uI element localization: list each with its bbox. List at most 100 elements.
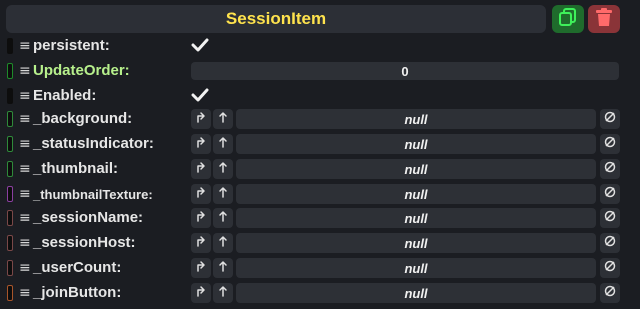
hamburger-icon[interactable]: ≡ bbox=[19, 284, 31, 302]
hamburger-icon[interactable]: ≡ bbox=[19, 37, 31, 55]
clear-reference-button[interactable] bbox=[600, 109, 620, 129]
jump-to-icon bbox=[195, 135, 207, 153]
hamburger-icon[interactable]: ≡ bbox=[19, 62, 31, 80]
hamburger-icon[interactable]: ≡ bbox=[19, 160, 31, 178]
drag-handle[interactable] bbox=[7, 111, 13, 127]
null-clear-icon bbox=[604, 209, 616, 227]
field-row: ≡ persistent: bbox=[0, 35, 640, 57]
field-row: ≡ _thumbnail: null bbox=[0, 158, 640, 180]
reference-field-user-count[interactable]: null bbox=[236, 258, 596, 278]
null-clear-icon bbox=[604, 185, 616, 203]
drag-handle[interactable] bbox=[7, 235, 13, 251]
reference-field-thumbnail[interactable]: null bbox=[236, 159, 596, 179]
jump-to-button[interactable] bbox=[191, 283, 211, 303]
field-label-background: _background: bbox=[33, 110, 133, 127]
field-row: ≡ Enabled: bbox=[0, 85, 640, 107]
field-row: ≡ _joinButton: null bbox=[0, 282, 640, 304]
number-field-update-order[interactable]: 0 bbox=[191, 62, 619, 80]
drag-handle[interactable] bbox=[7, 285, 13, 301]
parent-up-button[interactable] bbox=[213, 283, 233, 303]
reference-field-join-button[interactable]: null bbox=[236, 283, 596, 303]
parent-up-icon bbox=[217, 160, 229, 178]
jump-to-button[interactable] bbox=[191, 184, 211, 204]
clear-reference-button[interactable] bbox=[600, 283, 620, 303]
jump-to-icon bbox=[195, 110, 207, 128]
parent-up-icon bbox=[217, 135, 229, 153]
clear-reference-button[interactable] bbox=[600, 159, 620, 179]
clear-reference-button[interactable] bbox=[600, 134, 620, 154]
reference-field-status-indicator[interactable]: null bbox=[236, 134, 596, 154]
checkbox-enabled[interactable] bbox=[191, 86, 209, 109]
field-row: ≡ _userCount: null bbox=[0, 257, 640, 279]
jump-to-button[interactable] bbox=[191, 258, 211, 278]
field-row: ≡ UpdateOrder: 0 bbox=[0, 60, 640, 82]
drag-handle[interactable] bbox=[7, 88, 13, 104]
field-label-join-button: _joinButton: bbox=[33, 284, 122, 301]
hamburger-icon[interactable]: ≡ bbox=[19, 110, 31, 128]
null-clear-icon bbox=[604, 234, 616, 252]
parent-up-button[interactable] bbox=[213, 184, 233, 204]
clear-reference-button[interactable] bbox=[600, 184, 620, 204]
jump-to-icon bbox=[195, 209, 207, 227]
delete-button[interactable] bbox=[588, 5, 620, 33]
jump-to-icon bbox=[195, 234, 207, 252]
parent-up-button[interactable] bbox=[213, 258, 233, 278]
drag-handle[interactable] bbox=[7, 210, 13, 226]
field-row: ≡ _sessionName: null bbox=[0, 207, 640, 229]
field-label-persistent: persistent: bbox=[33, 37, 110, 54]
field-label-thumbnail-texture: _thumbnailTexture: bbox=[33, 187, 153, 202]
hamburger-icon[interactable]: ≡ bbox=[19, 209, 31, 227]
parent-up-icon bbox=[217, 259, 229, 277]
jump-to-button[interactable] bbox=[191, 109, 211, 129]
parent-up-icon bbox=[217, 209, 229, 227]
clear-reference-button[interactable] bbox=[600, 258, 620, 278]
trash-icon bbox=[595, 7, 613, 32]
hamburger-icon[interactable]: ≡ bbox=[19, 185, 31, 203]
drag-handle[interactable] bbox=[7, 260, 13, 276]
check-icon bbox=[191, 38, 209, 58]
drag-handle[interactable] bbox=[7, 63, 13, 79]
jump-to-button[interactable] bbox=[191, 208, 211, 228]
reference-field-background[interactable]: null bbox=[236, 109, 596, 129]
parent-up-icon bbox=[217, 185, 229, 203]
field-label-user-count: _userCount: bbox=[33, 259, 122, 276]
parent-up-button[interactable] bbox=[213, 233, 233, 253]
drag-handle[interactable] bbox=[7, 38, 13, 54]
hamburger-icon[interactable]: ≡ bbox=[19, 234, 31, 252]
jump-to-icon bbox=[195, 185, 207, 203]
clear-reference-button[interactable] bbox=[600, 208, 620, 228]
reference-field-session-host[interactable]: null bbox=[236, 233, 596, 253]
reference-field-thumbnail-texture[interactable]: null bbox=[236, 184, 596, 204]
null-clear-icon bbox=[604, 160, 616, 178]
drag-handle[interactable] bbox=[7, 186, 13, 202]
parent-up-icon bbox=[217, 110, 229, 128]
duplicate-icon bbox=[558, 7, 578, 32]
reference-field-session-name[interactable]: null bbox=[236, 208, 596, 228]
check-icon bbox=[191, 88, 209, 108]
null-clear-icon bbox=[604, 259, 616, 277]
jump-to-button[interactable] bbox=[191, 159, 211, 179]
duplicate-button[interactable] bbox=[552, 5, 584, 33]
jump-to-icon bbox=[195, 160, 207, 178]
parent-up-button[interactable] bbox=[213, 109, 233, 129]
field-row: ≡ _background: null bbox=[0, 108, 640, 130]
component-header: SessionItem bbox=[6, 5, 546, 33]
clear-reference-button[interactable] bbox=[600, 233, 620, 253]
parent-up-button[interactable] bbox=[213, 208, 233, 228]
hamburger-icon[interactable]: ≡ bbox=[19, 259, 31, 277]
parent-up-button[interactable] bbox=[213, 134, 233, 154]
field-row: ≡ _thumbnailTexture: null bbox=[0, 183, 640, 205]
component-title: SessionItem bbox=[225, 9, 327, 28]
parent-up-button[interactable] bbox=[213, 159, 233, 179]
drag-handle[interactable] bbox=[7, 136, 13, 152]
field-label-thumbnail: _thumbnail: bbox=[33, 160, 118, 177]
jump-to-button[interactable] bbox=[191, 233, 211, 253]
parent-up-icon bbox=[217, 284, 229, 302]
field-label-enabled: Enabled: bbox=[33, 87, 97, 104]
checkbox-persistent[interactable] bbox=[191, 36, 209, 59]
null-clear-icon bbox=[604, 284, 616, 302]
jump-to-button[interactable] bbox=[191, 134, 211, 154]
hamburger-icon[interactable]: ≡ bbox=[19, 135, 31, 153]
drag-handle[interactable] bbox=[7, 161, 13, 177]
hamburger-icon[interactable]: ≡ bbox=[19, 87, 31, 105]
